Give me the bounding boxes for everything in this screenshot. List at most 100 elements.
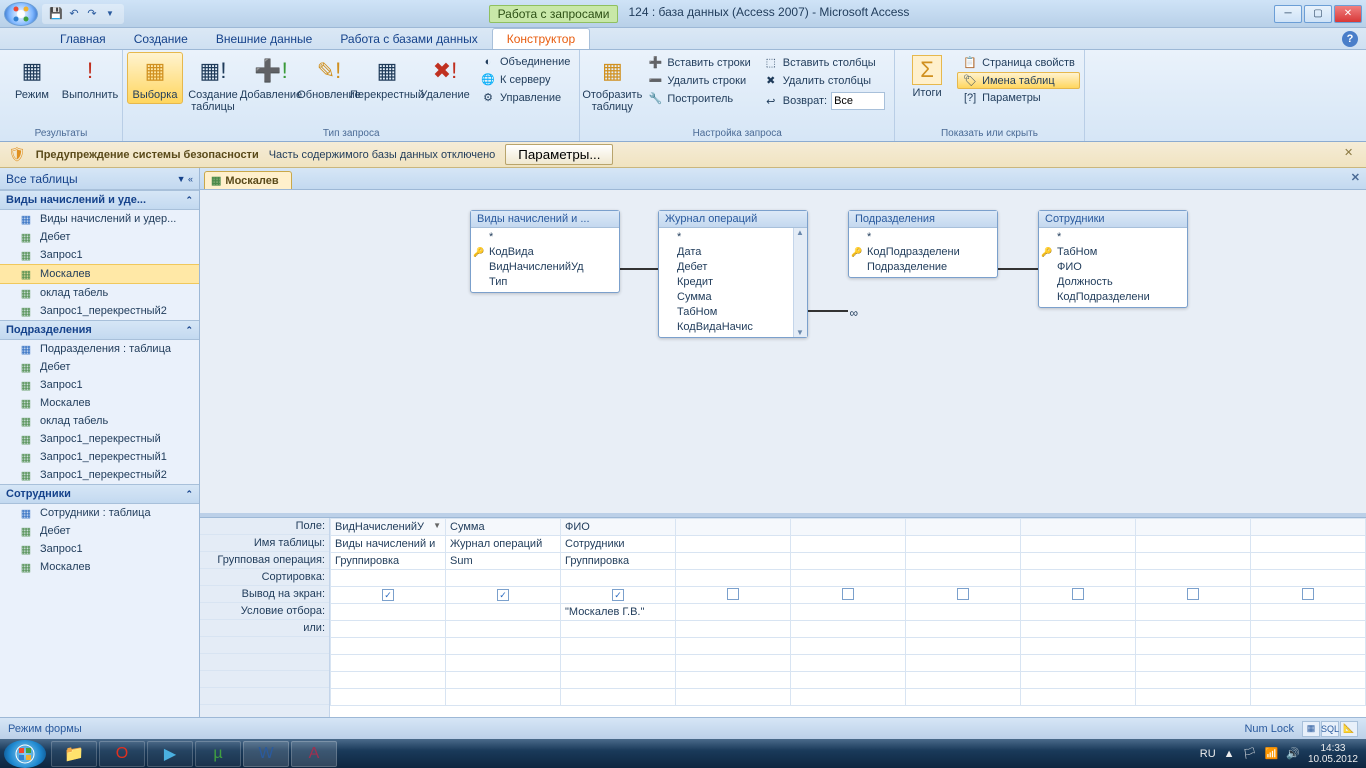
table-field[interactable]: КодПодразделени — [1039, 290, 1187, 305]
grid-cell[interactable] — [331, 570, 446, 587]
view-switcher[interactable]: ▦ SQL 📐 — [1302, 721, 1358, 737]
grid-cell[interactable] — [331, 655, 446, 672]
dropdown-icon[interactable]: ▼ — [433, 521, 441, 530]
table-field[interactable]: ТабНом — [1039, 245, 1187, 260]
task-access[interactable]: A — [291, 741, 337, 767]
undo-icon[interactable]: ↶ — [66, 6, 82, 22]
nav-item[interactable]: ▦оклад табель — [0, 284, 199, 302]
nav-item[interactable]: ▦Москалев — [0, 264, 199, 284]
grid-cell[interactable] — [676, 570, 791, 587]
grid-cell[interactable] — [906, 519, 1021, 536]
grid-cell[interactable] — [791, 536, 906, 553]
grid-cell[interactable] — [1136, 553, 1251, 570]
grid-cell[interactable] — [906, 638, 1021, 655]
tab-dbtools[interactable]: Работа с базами данных — [326, 29, 491, 49]
doc-tab-active[interactable]: ▦ Москалев — [204, 171, 292, 189]
nav-item[interactable]: ▦Запрос1_перекрестный — [0, 430, 199, 448]
grid-cell[interactable] — [1251, 672, 1366, 689]
checkbox[interactable] — [1187, 588, 1199, 600]
save-icon[interactable]: 💾 — [48, 6, 64, 22]
office-button[interactable] — [4, 2, 38, 26]
tab-home[interactable]: Главная — [46, 29, 120, 49]
grid-cell[interactable] — [1136, 587, 1251, 604]
minimize-button[interactable]: ─ — [1274, 5, 1302, 23]
table-box[interactable]: Виды начислений и ...*КодВидаВидНачислен… — [470, 210, 620, 293]
grid-cell[interactable] — [1251, 638, 1366, 655]
nav-item[interactable]: ▦Москалев — [0, 558, 199, 576]
table-field[interactable]: Сумма — [659, 290, 807, 305]
table-field[interactable]: Кредит — [659, 275, 807, 290]
grid-cell[interactable] — [1136, 519, 1251, 536]
grid-cell[interactable] — [1021, 655, 1136, 672]
nav-item[interactable]: ▦Запрос1 — [0, 376, 199, 394]
nav-item[interactable]: ▦Подразделения : таблица — [0, 340, 199, 358]
grid-cell[interactable] — [906, 621, 1021, 638]
grid-cell[interactable]: Сотрудники — [561, 536, 676, 553]
grid-cell[interactable] — [676, 587, 791, 604]
task-opera[interactable]: O — [99, 741, 145, 767]
grid-cell[interactable] — [561, 621, 676, 638]
scrollbar[interactable] — [793, 228, 807, 337]
table-field[interactable]: ВидНачисленийУд — [471, 260, 619, 275]
grid-cell[interactable] — [1251, 621, 1366, 638]
grid-cell[interactable] — [331, 621, 446, 638]
tray-clock[interactable]: 14:3310.05.2012 — [1308, 743, 1358, 765]
table-field[interactable]: Подразделение — [849, 260, 997, 275]
insert-cols-button[interactable]: ⬚Вставить столбцы — [758, 54, 890, 71]
grid-cell[interactable]: Группировка — [331, 553, 446, 570]
grid-cell[interactable] — [676, 655, 791, 672]
tablenames-button[interactable]: 🏷Имена таблиц — [957, 72, 1080, 89]
table-field[interactable]: * — [471, 230, 619, 245]
grid-cell[interactable] — [446, 604, 561, 621]
table-box[interactable]: Журнал операций*ДатаДебетКредитСуммаТабН… — [658, 210, 808, 338]
design-view-icon[interactable]: 📐 — [1340, 721, 1358, 737]
grid-cell[interactable] — [1251, 570, 1366, 587]
grid-cell[interactable] — [331, 689, 446, 706]
grid-cell[interactable] — [1136, 536, 1251, 553]
nav-item[interactable]: ▦Виды начислений и удер... — [0, 210, 199, 228]
delete-cols-button[interactable]: ✖Удалить столбцы — [758, 72, 890, 89]
delete-button[interactable]: ✖!Удаление — [417, 52, 473, 104]
doc-close-icon[interactable]: ✕ — [1351, 171, 1360, 184]
grid-cell[interactable] — [1136, 672, 1251, 689]
grid-cell[interactable] — [446, 570, 561, 587]
table-field[interactable]: КодВида — [471, 245, 619, 260]
grid-cell[interactable] — [791, 655, 906, 672]
tray-volume-icon[interactable]: 🔊 — [1286, 747, 1300, 760]
table-field[interactable]: Дебет — [659, 260, 807, 275]
grid-cell[interactable] — [1251, 655, 1366, 672]
table-field[interactable]: * — [849, 230, 997, 245]
table-field[interactable]: * — [1039, 230, 1187, 245]
lang-indicator[interactable]: RU — [1200, 748, 1216, 760]
nav-group-header[interactable]: Сотрудники⌃ — [0, 484, 199, 504]
builder-button[interactable]: 🔧Построитель — [642, 90, 755, 107]
return-input[interactable] — [831, 92, 885, 110]
grid-cell[interactable] — [1136, 655, 1251, 672]
checkbox[interactable] — [957, 588, 969, 600]
grid-cell[interactable] — [791, 519, 906, 536]
grid-cell[interactable] — [791, 689, 906, 706]
security-options-button[interactable]: Параметры... — [505, 144, 613, 165]
grid-cell[interactable] — [331, 672, 446, 689]
checkbox[interactable]: ✓ — [382, 589, 394, 601]
grid-cell[interactable] — [676, 621, 791, 638]
grid-cell[interactable] — [906, 672, 1021, 689]
grid-cell[interactable] — [1251, 587, 1366, 604]
tray-flag-icon[interactable]: ▲ — [1224, 748, 1235, 760]
task-daum[interactable]: ▶ — [147, 741, 193, 767]
grid-cell[interactable] — [446, 621, 561, 638]
table-box[interactable]: Подразделения*КодПодразделениПодразделен… — [848, 210, 998, 278]
nav-item[interactable]: ▦Москалев — [0, 394, 199, 412]
grid-cell[interactable] — [1021, 638, 1136, 655]
table-field[interactable]: ТабНом — [659, 305, 807, 320]
union-button[interactable]: ◐Объединение — [475, 54, 575, 70]
datadef-button[interactable]: ⚙Управление — [475, 89, 575, 106]
checkbox[interactable] — [1072, 588, 1084, 600]
grid-cell[interactable] — [906, 604, 1021, 621]
nav-item[interactable]: ▦Запрос1 — [0, 540, 199, 558]
nav-item[interactable]: ▦Дебет — [0, 522, 199, 540]
nav-item[interactable]: ▦Сотрудники : таблица — [0, 504, 199, 522]
grid-cell[interactable]: ВидНачисленийУ▼ — [331, 519, 446, 536]
sql-view-icon[interactable]: SQL — [1321, 721, 1339, 737]
grid-cell[interactable] — [561, 672, 676, 689]
